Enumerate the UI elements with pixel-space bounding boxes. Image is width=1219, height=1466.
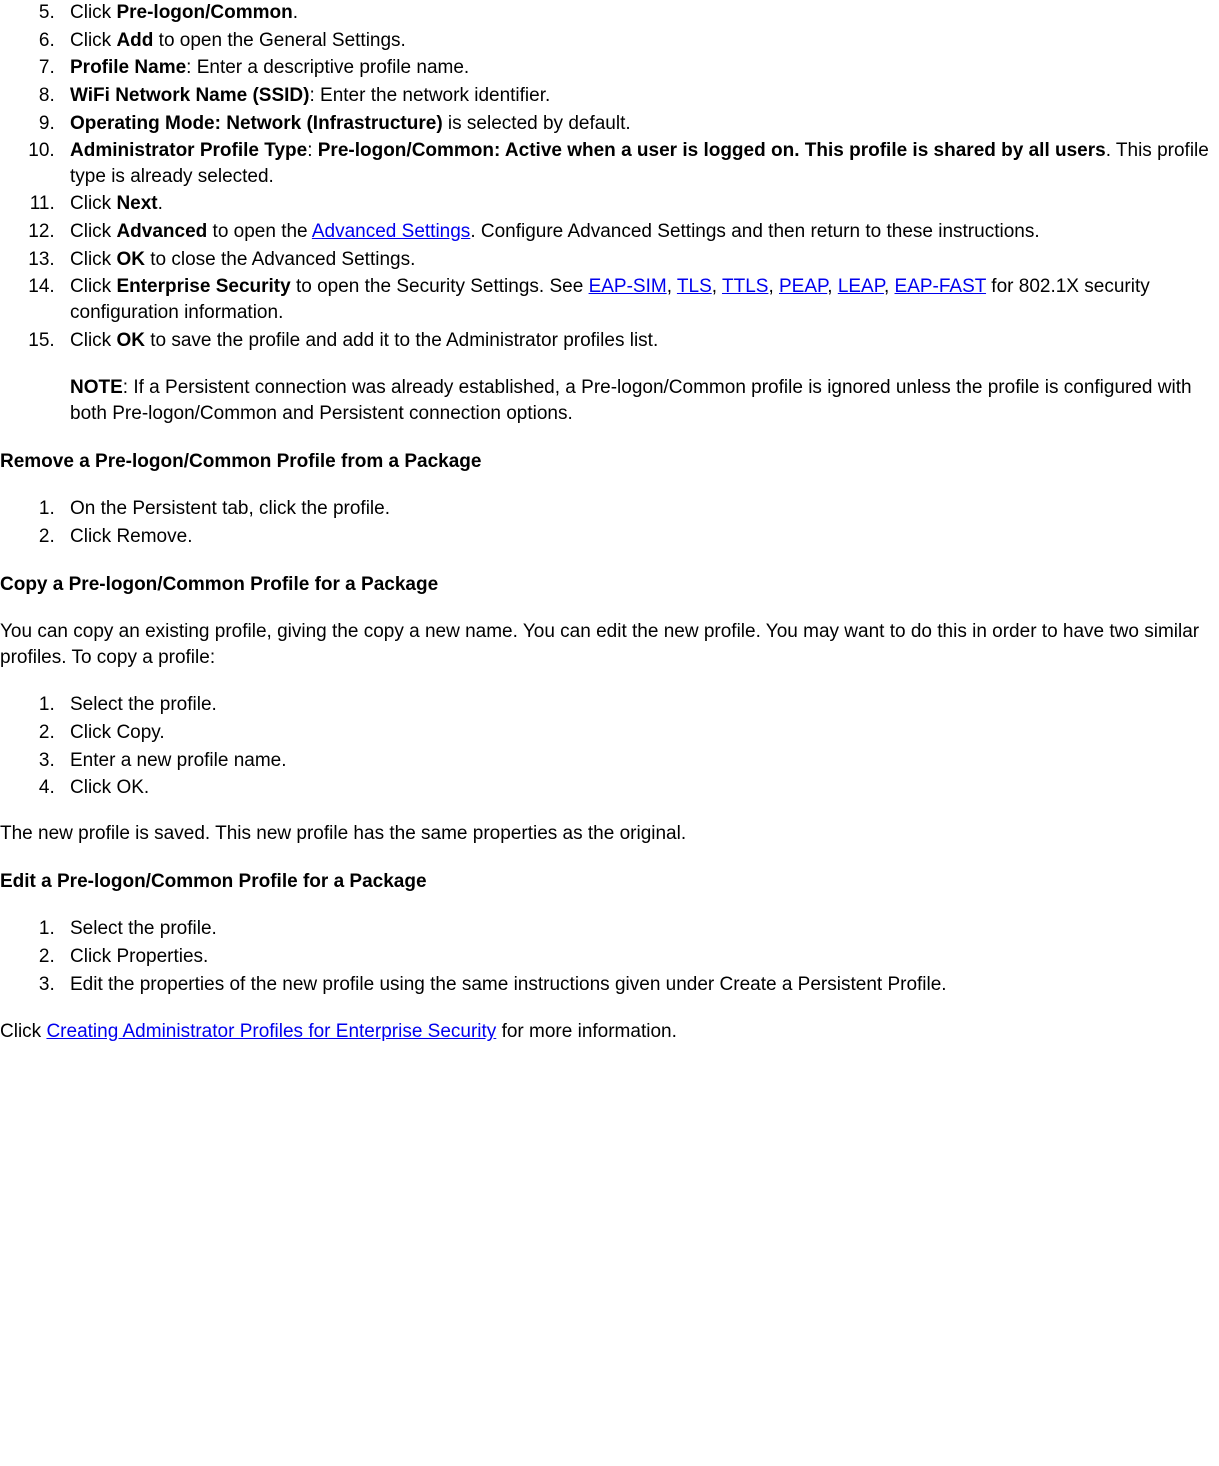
list-item: Select the profile. [60, 916, 1219, 942]
list-item: Administrator Profile Type: Pre-logon/Co… [60, 138, 1219, 189]
instruction-list-main: Click Pre-logon/Common. Click Add to ope… [0, 0, 1219, 427]
copy-result: The new profile is saved. This new profi… [0, 821, 1219, 847]
remove-list: On the Persistent tab, click the profile… [0, 496, 1219, 549]
list-item: Click Next. [60, 191, 1219, 217]
list-item: WiFi Network Name (SSID): Enter the netw… [60, 83, 1219, 109]
link-tls[interactable]: TLS [677, 276, 712, 297]
list-item: Click Advanced to open the Advanced Sett… [60, 219, 1219, 245]
list-item: Click OK. [60, 775, 1219, 801]
link-leap[interactable]: LEAP [838, 276, 884, 297]
note-block: NOTE: If a Persistent connection was alr… [70, 375, 1219, 426]
heading-copy-profile: Copy a Pre-logon/Common Profile for a Pa… [0, 572, 1219, 598]
list-item: Click Pre-logon/Common. [60, 0, 1219, 26]
list-item: Click Properties. [60, 944, 1219, 970]
list-item: Click OK to close the Advanced Settings. [60, 247, 1219, 273]
heading-remove-profile: Remove a Pre-logon/Common Profile from a… [0, 449, 1219, 475]
link-ttls[interactable]: TTLS [722, 276, 768, 297]
list-item: Select the profile. [60, 692, 1219, 718]
copy-description: You can copy an existing profile, giving… [0, 619, 1219, 670]
heading-edit-profile: Edit a Pre-logon/Common Profile for a Pa… [0, 869, 1219, 895]
list-item: On the Persistent tab, click the profile… [60, 496, 1219, 522]
list-item: Enter a new profile name. [60, 748, 1219, 774]
link-eap-sim[interactable]: EAP-SIM [589, 276, 667, 297]
link-creating-admin-profiles[interactable]: Creating Administrator Profiles for Ente… [46, 1021, 496, 1042]
list-item: Profile Name: Enter a descriptive profil… [60, 55, 1219, 81]
list-item: Click Add to open the General Settings. [60, 28, 1219, 54]
link-eap-fast[interactable]: EAP-FAST [895, 276, 987, 297]
list-item: Click OK to save the profile and add it … [60, 328, 1219, 427]
link-advanced-settings[interactable]: Advanced Settings [312, 221, 470, 242]
final-paragraph: Click Creating Administrator Profiles fo… [0, 1019, 1219, 1045]
edit-list: Select the profile. Click Properties. Ed… [0, 916, 1219, 997]
list-item: Click Copy. [60, 720, 1219, 746]
copy-list: Select the profile. Click Copy. Enter a … [0, 692, 1219, 801]
list-item: Click Enterprise Security to open the Se… [60, 274, 1219, 325]
list-item: Click Remove. [60, 524, 1219, 550]
list-item: Edit the properties of the new profile u… [60, 972, 1219, 998]
list-item: Operating Mode: Network (Infrastructure)… [60, 111, 1219, 137]
link-peap[interactable]: PEAP [779, 276, 827, 297]
